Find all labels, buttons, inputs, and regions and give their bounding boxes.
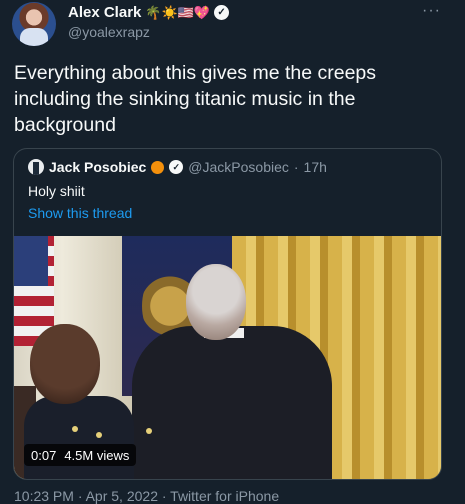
tweet: Alex Clark 🌴☀️🇺🇸💖 ✓ @yoalexrapz ··· Ever…: [0, 0, 465, 504]
verified-badge-icon: ✓: [214, 5, 230, 20]
tweet-text: Everything about this gives me the creep…: [14, 62, 377, 136]
tweet-timestamp[interactable]: 10:23 PM · Apr 5, 2022 · Twitter for iPh…: [14, 488, 279, 504]
person-back: [132, 326, 332, 479]
person-uniform: [24, 396, 134, 479]
quoted-separator: ·: [293, 159, 299, 175]
quoted-header: Jack Posobiec ✓ @JackPosobiec · 17h: [28, 159, 327, 175]
flag-canton: [14, 236, 48, 286]
video-views: 4.5M views: [64, 447, 130, 463]
author-avatar[interactable]: [12, 2, 56, 46]
quoted-time[interactable]: 17h: [304, 159, 327, 175]
quoted-handle[interactable]: @JackPosobiec: [188, 159, 289, 175]
person-head: [186, 264, 246, 340]
author-handle[interactable]: @yoalexrapz: [68, 24, 150, 40]
video-info-badge: 0:07 4.5M views: [24, 444, 137, 466]
orange-emoji-icon: [151, 160, 165, 174]
show-thread-link[interactable]: Show this thread: [28, 205, 132, 221]
author-name[interactable]: Alex Clark: [68, 4, 141, 21]
uniform-pin: [146, 428, 152, 434]
video-player[interactable]: 0:07 4.5M views: [14, 236, 441, 479]
video-duration: 0:07: [31, 447, 57, 463]
quoted-name[interactable]: Jack Posobiec: [49, 159, 146, 175]
quoted-tweet[interactable]: Jack Posobiec ✓ @JackPosobiec · 17h Holy…: [13, 148, 442, 480]
uniform-pin: [72, 426, 78, 432]
verified-badge-icon: ✓: [169, 160, 184, 174]
person-head-2: [30, 324, 100, 404]
name-emojis: 🌴☀️🇺🇸💖: [145, 5, 211, 20]
uniform-pin: [96, 432, 102, 438]
quoted-avatar[interactable]: [28, 159, 44, 175]
more-options-icon[interactable]: ···: [422, 2, 441, 20]
quoted-text: Holy shiit: [28, 183, 85, 199]
author-name-row: Alex Clark 🌴☀️🇺🇸💖 ✓: [68, 4, 230, 21]
